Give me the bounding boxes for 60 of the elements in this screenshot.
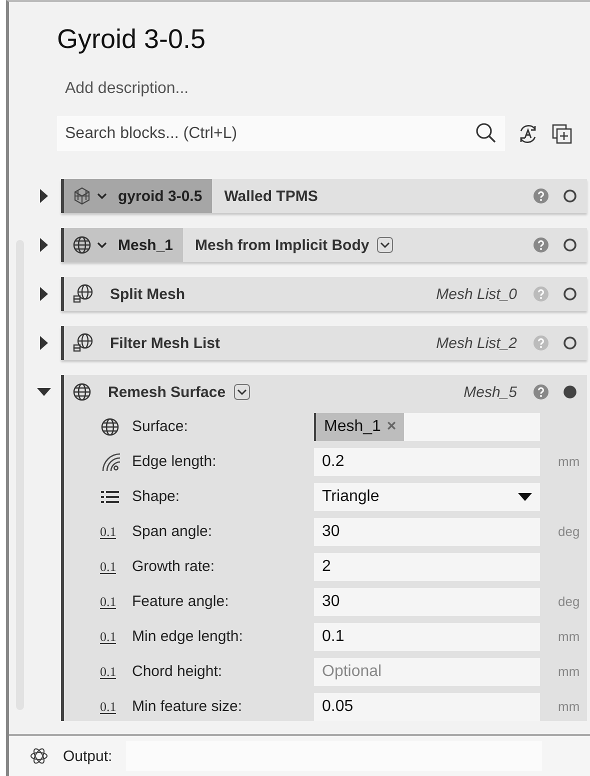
parameter-label: Growth rate: — [132, 558, 216, 575]
unit-label: deg — [558, 594, 580, 609]
globe-icon — [100, 416, 120, 436]
block-title: Walled TPMS — [224, 188, 318, 204]
globe-icon — [72, 235, 92, 255]
help-icon[interactable] — [533, 384, 549, 400]
input-field[interactable]: 30 — [314, 518, 540, 546]
block-title: Filter Mesh List — [110, 334, 220, 352]
parameter-label: Span angle: — [132, 523, 214, 540]
input-field[interactable]: Mesh_1 × — [314, 412, 540, 440]
lattice-icon — [72, 186, 92, 206]
list-icon — [100, 488, 120, 504]
caret-icon — [518, 492, 532, 500]
output-name: Mesh List_0 — [436, 286, 517, 302]
input-field[interactable]: 0.1 — [314, 622, 540, 650]
variable-tag[interactable]: Mesh_1 — [64, 228, 184, 262]
stacked-globe-icon — [72, 332, 94, 354]
block-title: Mesh from Implicit Body — [195, 236, 370, 254]
help-icon[interactable] — [533, 237, 549, 253]
parameter-label: Min edge length: — [132, 628, 244, 645]
variable-name: Mesh_1 — [118, 236, 174, 254]
dropdown-icon[interactable] — [234, 384, 250, 400]
parameter-label: Shape: — [132, 488, 181, 505]
unit-label: mm — [558, 629, 580, 644]
input-field[interactable]: 30 — [314, 588, 540, 616]
dropdown-icon[interactable] — [377, 237, 394, 253]
unit-label: mm — [558, 454, 580, 469]
output-name: Mesh List_2 — [436, 334, 517, 352]
stacked-globe-icon — [72, 283, 94, 305]
variable-name: gyroid 3-0.5 — [118, 188, 202, 204]
input-field[interactable]: 0.2 — [314, 448, 540, 476]
parameter-label: Min feature size: — [132, 698, 244, 715]
block-title: Remesh Surface — [108, 384, 226, 400]
signal-arc-icon — [100, 450, 122, 472]
dropdown-field[interactable]: Triangle — [314, 482, 540, 510]
unit-label: mm — [558, 699, 580, 714]
globe-icon — [72, 382, 92, 402]
parameter-label: Chord height: — [132, 663, 224, 680]
parameter-label: Feature angle: — [132, 593, 230, 610]
page-title: Gyroid 3-0.5 — [57, 24, 207, 56]
caret-icon — [97, 241, 107, 249]
mesh-chip[interactable]: Mesh_1 × — [314, 412, 404, 440]
parameter-label: Edge length: — [132, 453, 218, 470]
unit-label: mm — [558, 664, 580, 679]
add-copy-icon[interactable] — [551, 122, 573, 144]
block-title: Split Mesh — [110, 286, 186, 302]
parameter-label: Surface: — [132, 418, 189, 435]
input-field[interactable]: 0.05 — [314, 692, 540, 720]
help-icon[interactable] — [533, 188, 549, 204]
atom-icon — [29, 746, 49, 766]
unit-label: deg — [558, 524, 580, 539]
variable-tag[interactable]: gyroid 3-0.5 — [64, 179, 212, 213]
search-field[interactable]: Search blocks... (Ctrl+L) — [57, 116, 505, 151]
description-field[interactable]: Add description... — [57, 80, 373, 98]
caret-icon — [97, 192, 107, 200]
output-name: Mesh_5 — [464, 384, 517, 400]
output-label: Output: — [63, 748, 112, 764]
search-icon — [475, 122, 497, 144]
input-field[interactable]: Optional — [314, 658, 540, 686]
input-field[interactable]: 2 — [314, 552, 540, 580]
